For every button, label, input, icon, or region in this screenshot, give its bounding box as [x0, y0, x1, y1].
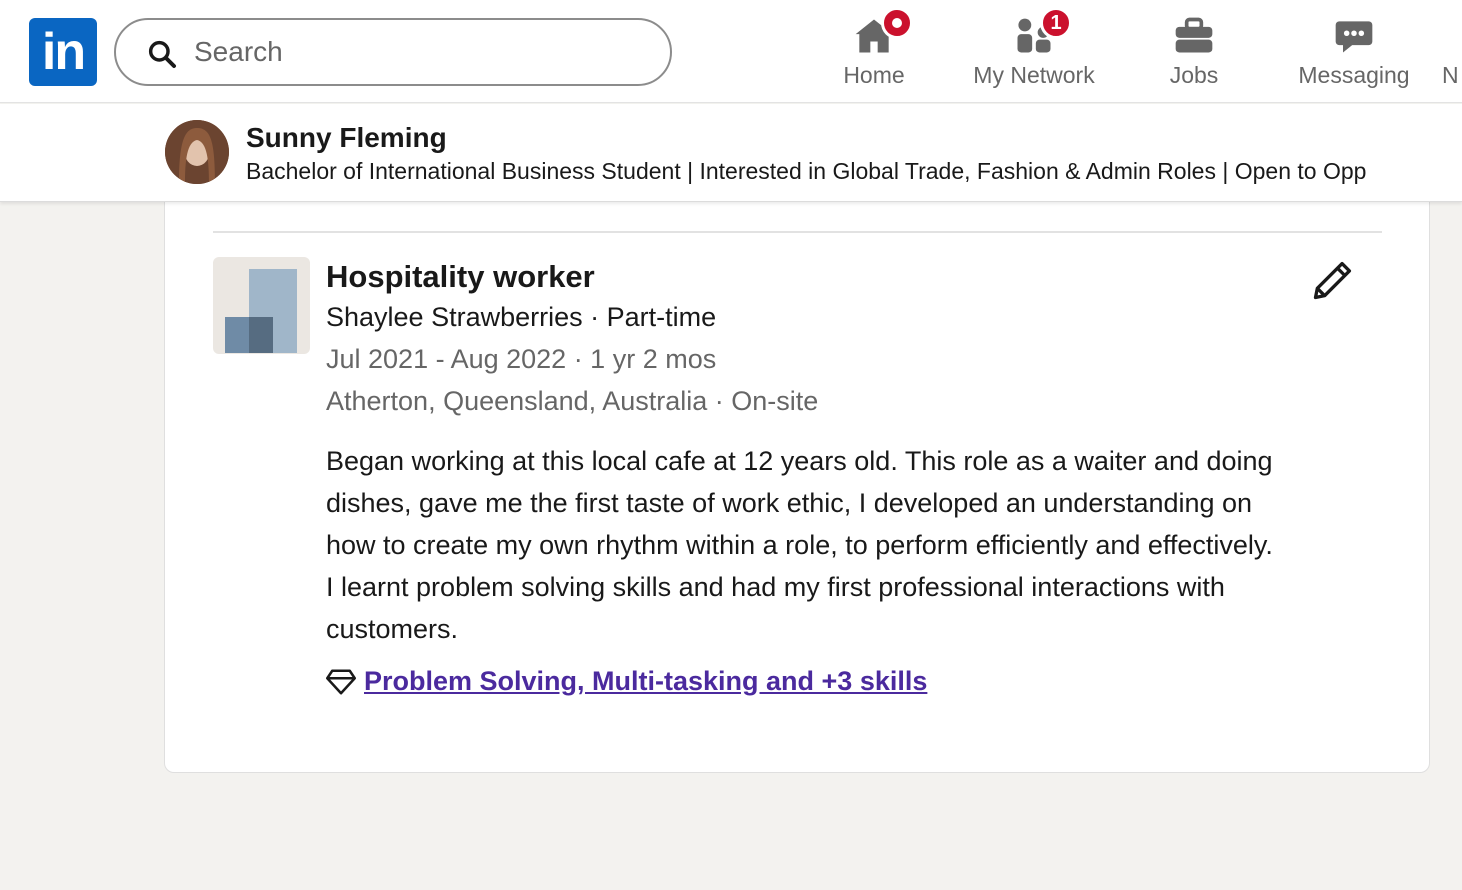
avatar[interactable]: [165, 120, 229, 184]
experience-card: Hospitality worker Shaylee Strawberries …: [164, 150, 1430, 773]
profile-photo-icon: [165, 120, 229, 184]
nav-item-clipped[interactable]: N: [1442, 62, 1459, 89]
search-icon: [148, 40, 176, 68]
nav-item-jobs[interactable]: Jobs: [1152, 10, 1236, 94]
profile-name: Sunny Fleming: [246, 122, 447, 153]
company-employment-type: Shaylee Strawberries · Part-time: [326, 302, 717, 332]
skills-link[interactable]: Problem Solving, Multi-tasking and +3 sk…: [364, 666, 927, 697]
profile-headline: Bachelor of International Business Stude…: [246, 158, 1367, 184]
section-divider: [213, 231, 1382, 233]
nav-label-my-network: My Network: [973, 62, 1095, 88]
job-location: Atherton, Queensland, Australia · On-sit…: [326, 386, 819, 416]
edit-experience-button[interactable]: [1308, 257, 1356, 305]
skills-row[interactable]: Problem Solving, Multi-tasking and +3 sk…: [326, 666, 927, 697]
company-logo[interactable]: [213, 257, 310, 354]
nav-label-messaging: Messaging: [1298, 62, 1410, 88]
briefcase-icon: [1175, 17, 1213, 53]
nav-item-home[interactable]: Home: [832, 7, 916, 94]
profile-sticky-header: Sunny Fleming Bachelor of International …: [0, 104, 1462, 202]
pencil-icon: [1313, 261, 1352, 300]
network-badge: 1: [1040, 7, 1072, 39]
nav-item-my-network[interactable]: 1 My Network: [962, 7, 1106, 94]
linkedin-logo[interactable]: in: [29, 18, 97, 86]
job-description: Began working at this local cafe at 12 y…: [326, 446, 1273, 644]
top-navigation-bar: in Home 1 My Network Jobs: [0, 0, 1462, 103]
employment-dates: Jul 2021 - Aug 2022 · 1 yr 2 mos: [326, 344, 717, 374]
diamond-icon: [326, 669, 356, 694]
notification-dot: [881, 7, 913, 39]
search-box[interactable]: [114, 18, 672, 86]
chat-icon: [1335, 21, 1373, 53]
nav-label-home: Home: [843, 62, 905, 88]
search-input[interactable]: [194, 30, 644, 74]
nav-label-jobs: Jobs: [1169, 62, 1219, 88]
job-title: Hospitality worker: [326, 259, 595, 294]
nav-item-messaging[interactable]: Messaging: [1290, 10, 1418, 94]
